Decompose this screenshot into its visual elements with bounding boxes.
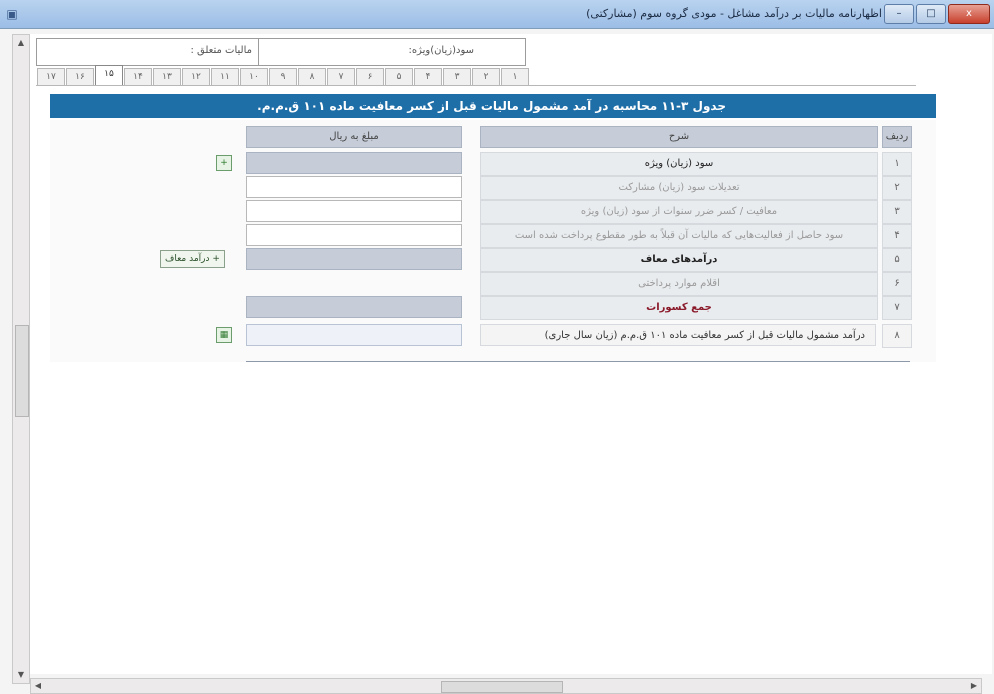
column-header-amount: مبلغ به ریال [246, 126, 462, 148]
row-number: ۷ [882, 296, 912, 320]
window-title: اظهارنامه مالیات بر درآمد مشاغل - مودی گ… [586, 7, 882, 20]
row-number: ۶ [882, 272, 912, 296]
close-button[interactable]: x [948, 4, 990, 24]
amount-field-row3[interactable] [246, 200, 462, 222]
tab-1[interactable]: ۱ [501, 68, 529, 85]
tab-12[interactable]: ۱۲ [182, 68, 210, 85]
table-row: ۵ درآمدهای معاف + درآمد معاف [50, 248, 936, 272]
form-tabs: ۱ ۲ ۳ ۴ ۵ ۶ ۷ ۸ ۹ ۱۰ ۱۱ ۱۲ ۱۳ ۱۴ ۱۵ ۱۶ ۱۷ [36, 65, 529, 86]
row-description: درآمدهای معاف [480, 248, 878, 272]
calc-table: ردیف شرح مبلغ به ریال ۱ سود (زیان) ویژه … [50, 120, 936, 362]
scroll-down-icon[interactable]: ▼ [13, 667, 29, 683]
row-description: معافیت / کسر ضرر سنوات از سود (زیان) ویژ… [480, 200, 878, 224]
form-area: مالیات متعلق : سود(زیان)ویژه: ۱۲۳۴۵۶۷۸۹۱… [30, 34, 992, 674]
tab-divider [36, 85, 916, 86]
exempt-income-button-label: درآمد معاف [165, 254, 210, 264]
tab-16[interactable]: ۱۶ [66, 68, 94, 85]
row-description: سود (زیان) ویژه [480, 152, 878, 176]
net-profit-field[interactable]: سود(زیان)ویژه: [259, 39, 480, 65]
horizontal-scrollbar[interactable]: ◀ ▶ [30, 678, 982, 694]
vertical-scrollbar[interactable]: ▲ ▼ [12, 34, 30, 684]
table-row: ۲ تعدیلات سود (زیان) مشارکت [50, 176, 936, 200]
summary-fields: مالیات متعلق : سود(زیان)ویژه: [36, 38, 526, 66]
total-separator [246, 361, 910, 362]
table-row: ۱ سود (زیان) ویژه + [50, 152, 936, 176]
tab-6[interactable]: ۶ [356, 68, 384, 85]
row-number: ۱ [882, 152, 912, 176]
amount-field-row7[interactable] [246, 296, 462, 318]
scroll-right-icon[interactable]: ▶ [967, 679, 981, 693]
table-row: ۳ معافیت / کسر ضرر سنوات از سود (زیان) و… [50, 200, 936, 224]
row-number: ۴ [882, 224, 912, 248]
tab-9[interactable]: ۹ [269, 68, 297, 85]
tab-2[interactable]: ۲ [472, 68, 500, 85]
vertical-scroll-thumb[interactable] [15, 325, 29, 417]
amount-field-row5[interactable] [246, 248, 462, 270]
table-row: ۶ اقلام موارد پرداختی [50, 272, 936, 296]
net-profit-label: سود(زیان)ویژه: [408, 45, 474, 56]
row-number: ۵ [882, 248, 912, 272]
row-description: درآمد مشمول مالیات قبل از کسر معافیت ماد… [480, 324, 876, 346]
scroll-left-icon[interactable]: ◀ [31, 679, 45, 693]
app-form-icon[interactable]: ▣ [4, 6, 20, 22]
tab-8[interactable]: ۸ [298, 68, 326, 85]
row-description: اقلام موارد پرداختی [480, 272, 878, 296]
table-row: ۸ درآمد مشمول مالیات قبل از کسر معافیت م… [50, 324, 936, 348]
maximize-button[interactable]: □ [916, 4, 946, 24]
tab-14[interactable]: ۱۴ [124, 68, 152, 85]
table-row: ۴ سود حاصل از فعالیت‌هایی که مالیات آن ق… [50, 224, 936, 248]
scroll-up-icon[interactable]: ▲ [13, 35, 29, 51]
row-number: ۸ [882, 324, 912, 348]
amount-field-row8[interactable] [246, 324, 462, 346]
exempt-income-button[interactable]: + درآمد معاف [160, 250, 225, 268]
tab-5[interactable]: ۵ [385, 68, 413, 85]
tab-11[interactable]: ۱۱ [211, 68, 239, 85]
tab-10[interactable]: ۱۰ [240, 68, 268, 85]
row-description: جمع کسورات [480, 296, 878, 320]
tab-4[interactable]: ۴ [414, 68, 442, 85]
row-description: سود حاصل از فعالیت‌هایی که مالیات آن قبل… [480, 224, 878, 248]
tab-13[interactable]: ۱۳ [153, 68, 181, 85]
table-row: ۷ جمع کسورات [50, 296, 936, 320]
tab-17[interactable]: ۱۷ [37, 68, 65, 85]
tab-3[interactable]: ۳ [443, 68, 471, 85]
tax-amount-field[interactable]: مالیات متعلق : [37, 39, 259, 65]
title-bar: ▣ اظهارنامه مالیات بر درآمد مشاغل - مودی… [0, 0, 994, 29]
column-header-sharh: شرح [480, 126, 878, 148]
plus-icon[interactable]: + [216, 155, 232, 171]
amount-field-row2[interactable] [246, 176, 462, 198]
calc-icon[interactable]: ▦ [216, 327, 232, 343]
tab-7[interactable]: ۷ [327, 68, 355, 85]
window-controls: – □ x [884, 4, 990, 24]
amount-field-row1[interactable] [246, 152, 462, 174]
horizontal-scroll-thumb[interactable] [441, 681, 563, 693]
table-title: جدول ۳-۱۱ محاسبه در آمد مشمول مالیات قبل… [50, 94, 936, 118]
plus-icon: + [209, 254, 220, 264]
tab-15[interactable]: ۱۵ [95, 65, 123, 86]
minimize-button[interactable]: – [884, 4, 914, 24]
column-header-radif: ردیف [882, 126, 912, 148]
row-number: ۳ [882, 200, 912, 224]
amount-field-row4[interactable] [246, 224, 462, 246]
tax-amount-label: مالیات متعلق : [190, 45, 252, 56]
row-number: ۲ [882, 176, 912, 200]
row-description: تعدیلات سود (زیان) مشارکت [480, 176, 878, 200]
